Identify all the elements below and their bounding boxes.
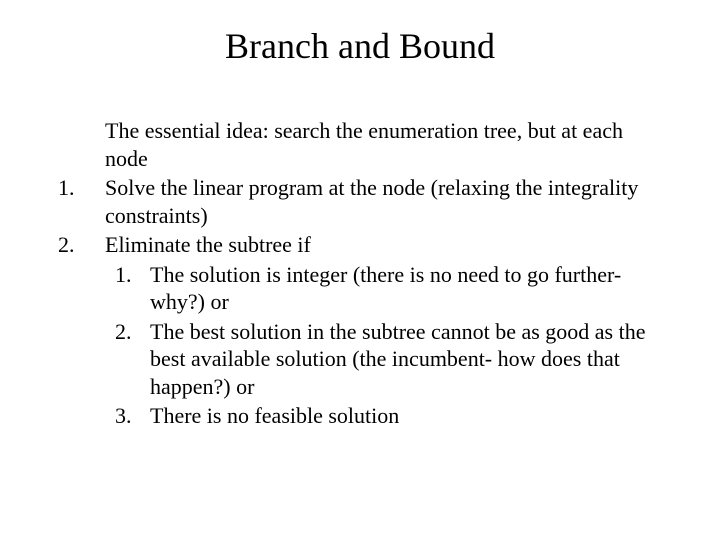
sub-list-item: 3. There is no feasible solution xyxy=(105,402,670,430)
sub-list-item: 2. The best solution in the subtree cann… xyxy=(105,318,670,401)
sub-item-marker: 2. xyxy=(105,318,150,401)
sub-item-text: There is no feasible solution xyxy=(150,402,670,430)
slide-title: Branch and Bound xyxy=(50,25,670,67)
item-marker: 2. xyxy=(50,231,105,259)
item-text: Solve the linear program at the node (re… xyxy=(105,174,670,229)
sub-list: 1. The solution is integer (there is no … xyxy=(105,261,670,430)
list-item: 1. Solve the linear program at the node … xyxy=(50,174,670,229)
item-text: Eliminate the subtree if xyxy=(105,231,670,259)
main-list: 1. Solve the linear program at the node … xyxy=(50,174,670,259)
sub-item-marker: 1. xyxy=(105,261,150,316)
list-item: 2. Eliminate the subtree if xyxy=(50,231,670,259)
sub-item-text: The solution is integer (there is no nee… xyxy=(150,261,670,316)
slide-content: The essential idea: search the enumerati… xyxy=(50,117,670,430)
sub-list-item: 1. The solution is integer (there is no … xyxy=(105,261,670,316)
item-marker: 1. xyxy=(50,174,105,229)
intro-text: The essential idea: search the enumerati… xyxy=(105,117,670,172)
sub-item-text: The best solution in the subtree cannot … xyxy=(150,318,670,401)
sub-item-marker: 3. xyxy=(105,402,150,430)
